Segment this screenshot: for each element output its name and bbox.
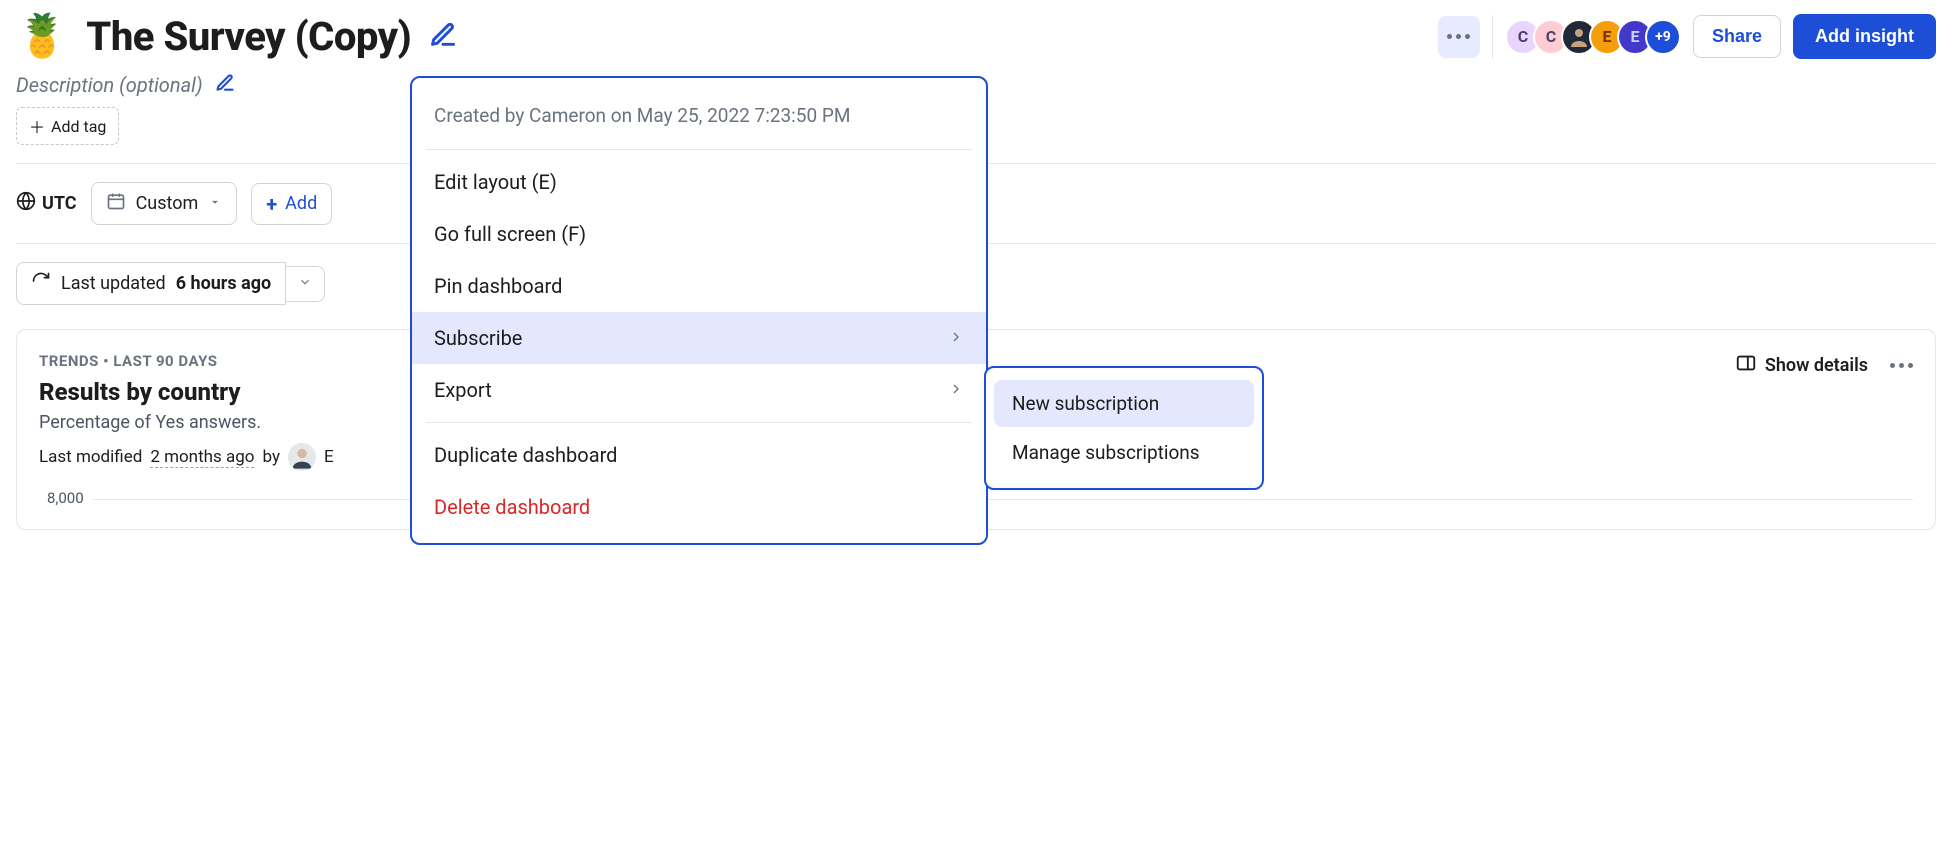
chevron-right-icon (948, 378, 964, 402)
last-updated-prefix: Last updated (61, 273, 166, 294)
refresh-icon (31, 271, 51, 296)
modified-prefix: Last modified (39, 447, 142, 467)
divider (426, 149, 972, 150)
insight-title[interactable]: Results by country (39, 378, 334, 406)
add-filter-button[interactable]: + Add (251, 183, 332, 225)
share-button[interactable]: Share (1693, 15, 1781, 58)
refresh-button[interactable]: Last updated 6 hours ago (16, 262, 286, 305)
edit-description-icon[interactable] (215, 73, 235, 97)
insight-subtitle: Percentage of Yes answers. (39, 412, 334, 433)
menu-created-info: Created by Cameron on May 25, 2022 7:23:… (412, 88, 986, 143)
plus-icon: + (266, 192, 277, 216)
submenu-manage-subscriptions[interactable]: Manage subscriptions (994, 429, 1254, 476)
description-placeholder[interactable]: Description (optional) (16, 73, 203, 97)
menu-export[interactable]: Export (412, 364, 986, 416)
header-actions: C C E E +9 Share Add insight (1438, 14, 1936, 59)
collaborator-avatars[interactable]: C C E E +9 (1505, 19, 1681, 55)
refresh-options-button[interactable] (286, 266, 325, 302)
insight-actions: Show details (1735, 352, 1913, 379)
menu-delete[interactable]: Delete dashboard (412, 481, 986, 533)
chevron-down-icon (298, 275, 312, 293)
modified-by: by (262, 447, 280, 467)
insight-breadcrumb: TRENDS • LAST 90 DAYS (39, 352, 334, 370)
timezone[interactable]: UTC (16, 191, 77, 216)
add-tag-label: Add tag (51, 117, 106, 136)
divider (426, 422, 972, 423)
show-details-button[interactable]: Show details (1735, 352, 1868, 379)
chevron-right-icon (948, 326, 964, 350)
plus-icon: ＋ (29, 114, 45, 138)
menu-subscribe[interactable]: Subscribe (412, 312, 986, 364)
show-details-label: Show details (1765, 355, 1868, 376)
insight-modified: Last modified 2 months ago by E (39, 443, 334, 471)
menu-full-screen[interactable]: Go full screen (F) (412, 208, 986, 260)
add-tag-button[interactable]: ＋ Add tag (16, 107, 119, 145)
submenu-new-subscription[interactable]: New subscription (994, 380, 1254, 427)
menu-duplicate[interactable]: Duplicate dashboard (412, 429, 986, 481)
last-updated-relative: 6 hours ago (176, 273, 272, 294)
globe-icon (16, 191, 36, 216)
y-axis-tick: 8,000 (39, 489, 84, 507)
add-filter-label: Add (285, 193, 317, 214)
avatar-overflow[interactable]: +9 (1645, 19, 1681, 55)
dashboard-emoji[interactable]: 🍍 (16, 12, 68, 61)
subscribe-submenu: New subscription Manage subscriptions (984, 366, 1264, 490)
author-initial: E (324, 447, 334, 467)
dashboard-menu: Created by Cameron on May 25, 2022 7:23:… (410, 76, 988, 545)
chevron-down-icon (208, 193, 222, 214)
modified-relative: 2 months ago (150, 447, 254, 468)
panel-icon (1735, 352, 1757, 379)
menu-pin-dashboard[interactable]: Pin dashboard (412, 260, 986, 312)
menu-edit-layout[interactable]: Edit layout (E) (412, 156, 986, 208)
edit-title-icon[interactable] (429, 21, 457, 53)
header: 🍍 The Survey (Copy) C C E E +9 Share Add… (16, 12, 1936, 61)
calendar-icon (106, 191, 126, 216)
dots-icon (1447, 34, 1470, 39)
add-insight-button[interactable]: Add insight (1793, 14, 1936, 59)
timezone-label: UTC (42, 193, 77, 214)
author-avatar[interactable] (288, 443, 316, 471)
dots-icon (1890, 363, 1913, 368)
insight-more-button[interactable] (1890, 363, 1913, 368)
title-group: 🍍 The Survey (Copy) (16, 12, 457, 61)
date-range-button[interactable]: Custom (91, 182, 238, 225)
page-title[interactable]: The Survey (Copy) (86, 13, 411, 60)
chart-gridline (92, 499, 1913, 500)
date-range-label: Custom (136, 193, 199, 214)
more-menu-button[interactable] (1438, 16, 1480, 58)
divider (1492, 15, 1493, 59)
